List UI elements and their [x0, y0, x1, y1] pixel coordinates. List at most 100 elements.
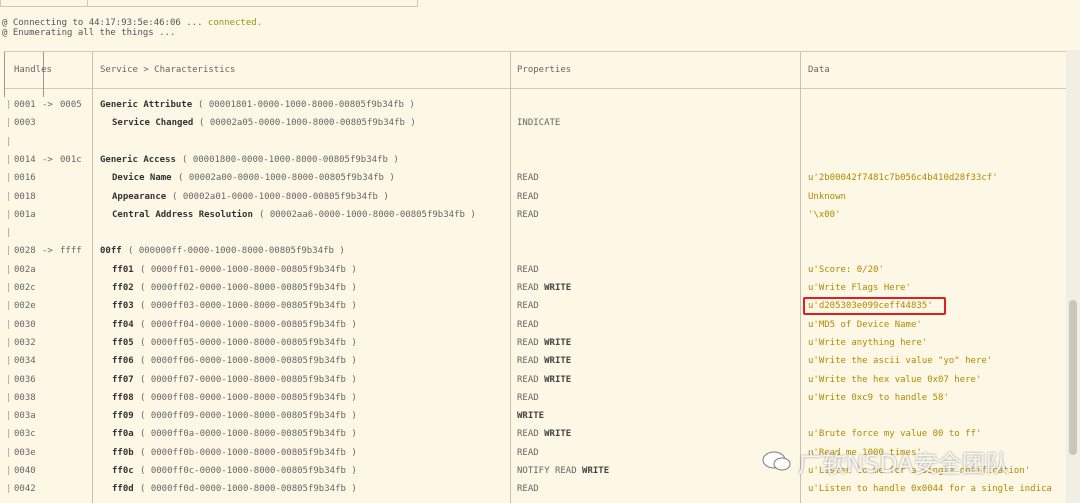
- top-frame-divider: [7, 0, 88, 7]
- connect-line: @ Connecting to 44:17:93:5e:46:06 ...: [2, 18, 208, 28]
- range-arrow: ->: [42, 246, 53, 257]
- data-cell: u'Brute force my value 00 to ff': [808, 429, 982, 440]
- table-row: | 002a ff01 ( 0000ff01-0000-1000-8000-00805…: [0, 261, 1066, 279]
- characteristic-name: ff09: [112, 411, 134, 422]
- watermark: 广软NSDA安全团队: [762, 445, 1010, 478]
- properties-cell: READ WRITE: [517, 429, 572, 440]
- table-row: | 002c ff02 ( 0000ff02-0000-1000-8000-00805…: [0, 279, 1066, 297]
- table-row: |: [0, 224, 1066, 242]
- table-row: | 0036 ff07 ( 0000ff07-0000-1000-8000-00805…: [0, 371, 1066, 389]
- handle-end-cell: 001c: [60, 154, 82, 165]
- row-border: |: [6, 392, 12, 403]
- highlight-box: [803, 297, 946, 315]
- uuid-cell: ( 00001800-0000-1000-8000-00805f9b34fb ): [182, 154, 399, 165]
- table-row: | 0001 -> 0005 Generic Attribute ( 00001801-0…: [0, 96, 1066, 114]
- row-border: |: [6, 337, 12, 348]
- table-row: | 0003 Service Changed ( 00002a05-0000-1000…: [0, 114, 1066, 132]
- header-properties: Properties: [517, 65, 572, 75]
- data-cell: u'Write Flags Here': [808, 283, 911, 293]
- handle-cell: 001a: [14, 209, 36, 220]
- uuid-cell: ( 00002a00-0000-1000-8000-00805f9b34fb ): [178, 173, 395, 184]
- table-row: | 0014 -> 001c Generic Access ( 00001800-0000…: [0, 151, 1066, 169]
- table-row: | 0016 Device Name ( 00002a00-0000-1000-800…: [0, 169, 1066, 187]
- header-handles: Handles: [14, 65, 52, 75]
- properties-cell: READ: [517, 264, 539, 275]
- handle-cell: 002c: [14, 283, 36, 293]
- scrollbar-thumb[interactable]: [1069, 300, 1077, 455]
- header-data: Data: [808, 65, 830, 75]
- handle-end-cell: 0005: [60, 100, 82, 110]
- uuid-cell: ( 0000ff01-0000-1000-8000-00805f9b34fb ): [140, 264, 357, 275]
- characteristic-name: ff05: [112, 337, 134, 348]
- table-row: | 0030 ff04 ( 0000ff04-0000-1000-8000-00805…: [0, 316, 1066, 334]
- uuid-cell: ( 0000ff0a-0000-1000-8000-00805f9b34fb ): [140, 429, 357, 440]
- properties-cell: READ WRITE: [517, 283, 572, 293]
- row-border: |: [6, 466, 12, 476]
- header-separator: [4, 88, 1066, 89]
- data-cell: u'Write anything here': [808, 337, 928, 348]
- row-border: |: [6, 447, 12, 458]
- characteristic-name: ff0d: [112, 484, 134, 495]
- row-border: |: [6, 374, 12, 385]
- table-row: | 0028 -> ffff 00ff ( 000000ff-0000-1000-8000…: [0, 242, 1066, 260]
- data-cell: u'Write the hex value 0x07 here': [808, 374, 982, 385]
- data-cell: u'MD5 of Device Name': [808, 319, 922, 330]
- properties-cell: READ: [517, 319, 539, 330]
- handle-cell: 0003: [14, 118, 36, 129]
- uuid-cell: ( 000000ff-0000-1000-8000-00805f9b34fb ): [128, 246, 345, 257]
- properties-cell: NOTIFY READ WRITE: [517, 466, 610, 476]
- handle-cell: 0001: [14, 100, 36, 110]
- uuid-cell: ( 00002aa6-0000-1000-8000-00805f9b34fb ): [259, 209, 476, 220]
- characteristic-name: ff02: [112, 283, 134, 293]
- table-row: | 0018 Appearance ( 00002a01-0000-1000-8000…: [0, 188, 1066, 206]
- handle-cell: 0042: [14, 484, 36, 495]
- row-border: |: [6, 319, 12, 330]
- handle-cell: 002a: [14, 264, 36, 275]
- handle-cell: 0018: [14, 191, 36, 202]
- characteristic-name: ff03: [112, 301, 134, 312]
- handle-cell: 0016: [14, 173, 36, 184]
- uuid-cell: ( 0000ff06-0000-1000-8000-00805f9b34fb ): [140, 356, 357, 367]
- row-border: |: [6, 191, 12, 202]
- row-border: |: [6, 228, 12, 239]
- chat-bubble-icon: [762, 451, 791, 471]
- characteristic-name: ff04: [112, 319, 134, 330]
- handle-cell: 003a: [14, 411, 36, 422]
- watermark-text: 广软NSDA安全团队: [798, 449, 1010, 478]
- range-arrow: ->: [42, 100, 53, 110]
- uuid-cell: ( 0000ff05-0000-1000-8000-00805f9b34fb ): [140, 337, 357, 348]
- header-service: Service > Characteristics: [100, 65, 236, 75]
- row-border: |: [6, 301, 12, 312]
- characteristic-name: Service Changed: [112, 118, 194, 129]
- data-cell: u'Score: 0/20': [808, 264, 884, 275]
- uuid-cell: ( 00002a05-0000-1000-8000-00805f9b34fb ): [199, 118, 416, 129]
- handle-cell: 0014: [14, 154, 36, 165]
- range-arrow: ->: [42, 154, 53, 165]
- row-border: |: [6, 411, 12, 422]
- table-row: | 0042 ff0d ( 0000ff0d-0000-1000-8000-00805…: [0, 480, 1066, 498]
- data-cell: '\x00': [808, 209, 841, 220]
- uuid-cell: ( 0000ff04-0000-1000-8000-00805f9b34fb ): [140, 319, 357, 330]
- characteristic-name: Appearance: [112, 191, 167, 202]
- data-cell: u'Listen to handle 0x0044 for a single i…: [808, 484, 1052, 495]
- row-border: |: [6, 136, 12, 147]
- service-name: Generic Attribute: [100, 100, 193, 110]
- table-top-border: [4, 51, 1066, 52]
- row-border: |: [6, 154, 12, 165]
- connection-log: @ Connecting to 44:17:93:5e:46:06 ... co…: [2, 18, 262, 38]
- data-cell: u'Write the ascii value "yo" here': [808, 356, 993, 367]
- row-border: |: [6, 173, 12, 184]
- handle-cell: 0032: [14, 337, 36, 348]
- data-cell: u'Write 0xc9 to handle 58': [808, 392, 949, 403]
- table-row: | 0038 ff08 ( 0000ff08-0000-1000-8000-00805…: [0, 389, 1066, 407]
- characteristic-name: ff01: [112, 264, 134, 275]
- handle-end-cell: ffff: [60, 246, 82, 257]
- connect-status: connected.: [207, 18, 263, 28]
- characteristic-name: ff06: [112, 356, 134, 367]
- uuid-cell: ( 00002a01-0000-1000-8000-00805f9b34fb ): [172, 191, 389, 202]
- row-border: |: [6, 283, 12, 293]
- vertical-scrollbar[interactable]: [1066, 50, 1080, 503]
- row-border: |: [6, 100, 12, 110]
- properties-cell: READ: [517, 484, 539, 495]
- service-name: Generic Access: [100, 154, 176, 165]
